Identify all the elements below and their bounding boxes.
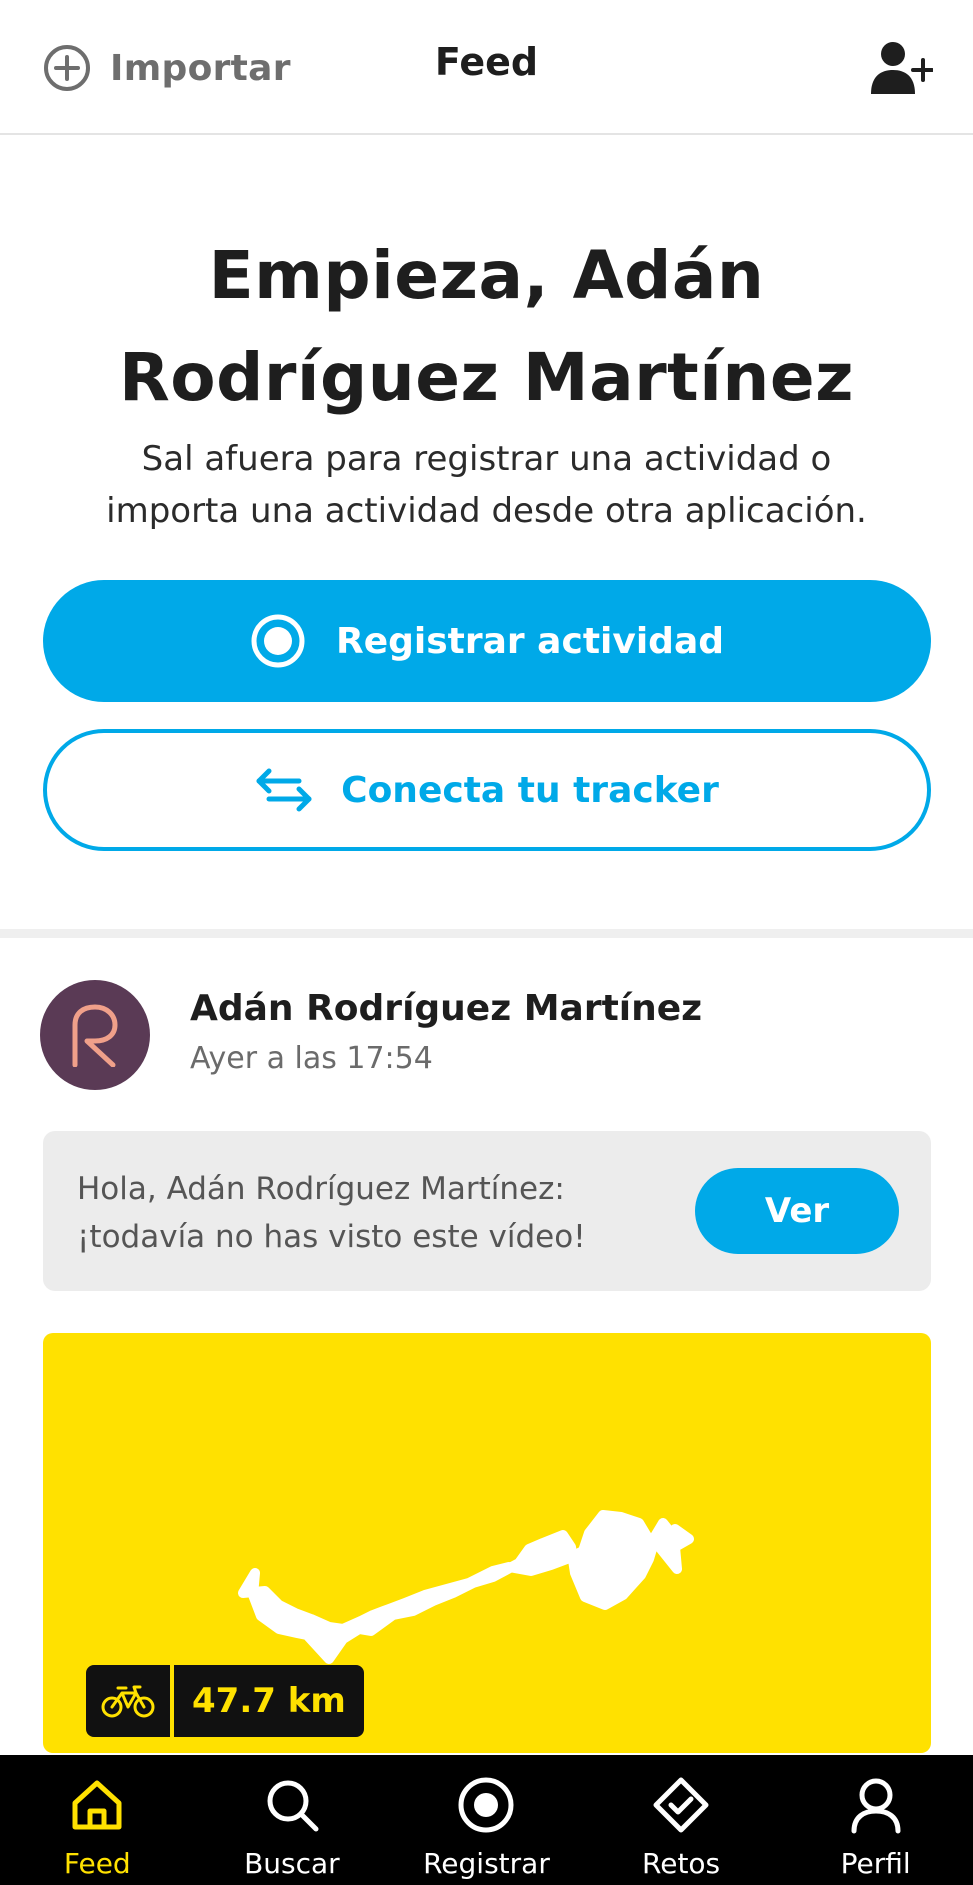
post-timestamp: Ayer a las 17:54: [190, 1041, 433, 1076]
record-activity-label: Registrar actividad: [335, 620, 725, 662]
welcome-subtitle-line2: importa una actividad desde otra aplicac…: [106, 491, 867, 531]
page-title: Feed: [434, 40, 539, 84]
video-notice-text: Hola, Adán Rodríguez Martínez: ¡todavía …: [77, 1165, 637, 1261]
record-icon: [458, 1777, 514, 1833]
activity-stats: 47.7 km: [86, 1665, 364, 1737]
search-icon: [267, 1780, 319, 1832]
welcome-title: Empieza, Adán Rodríguez Martínez: [40, 225, 933, 429]
nav-search-label: Buscar: [244, 1847, 340, 1880]
nav-feed[interactable]: Feed: [0, 1755, 195, 1885]
top-bar: Importar Feed: [0, 0, 973, 135]
nav-feed-label: Feed: [63, 1847, 131, 1880]
challenge-icon: [653, 1777, 709, 1833]
record-activity-button[interactable]: Registrar actividad: [43, 580, 931, 702]
video-notice-line2: ¡todavía no has visto este vídeo!: [77, 1219, 586, 1255]
nav-search[interactable]: Buscar: [195, 1755, 390, 1885]
section-divider: [0, 929, 973, 938]
bottom-nav: Feed Buscar Registrar Retos Perfil: [0, 1755, 973, 1885]
home-icon: [72, 1780, 122, 1830]
welcome-subtitle-line1: Sal afuera para registrar una actividad …: [141, 439, 832, 479]
connect-tracker-label: Conecta tu tracker: [341, 769, 719, 811]
watch-video-button[interactable]: Ver: [695, 1168, 899, 1254]
avatar[interactable]: [40, 980, 150, 1090]
nav-profile-label: Perfil: [840, 1847, 911, 1880]
relive-logo-icon: [72, 1004, 118, 1067]
welcome-title-line2: Rodríguez Martínez: [118, 339, 855, 416]
welcome-subtitle: Sal afuera para registrar una actividad …: [60, 433, 913, 537]
bike-icon: [101, 1685, 155, 1718]
activity-type-badge: [86, 1665, 170, 1737]
record-icon: [251, 614, 305, 668]
video-notice-line1: Hola, Adán Rodríguez Martínez:: [77, 1171, 565, 1207]
add-friend-icon[interactable]: [869, 40, 933, 96]
nav-record[interactable]: Registrar: [389, 1755, 584, 1885]
nav-profile[interactable]: Perfil: [778, 1755, 973, 1885]
sync-arrows-icon: [256, 768, 312, 812]
nav-challenges[interactable]: Retos: [584, 1755, 779, 1885]
nav-record-label: Registrar: [423, 1847, 550, 1880]
nav-challenges-label: Retos: [642, 1847, 721, 1880]
connect-tracker-button[interactable]: Conecta tu tracker: [43, 729, 931, 851]
welcome-title-line1: Empieza, Adán: [208, 237, 765, 314]
post-author-name[interactable]: Adán Rodríguez Martínez: [190, 988, 702, 1029]
activity-distance: 47.7 km: [174, 1665, 364, 1737]
activity-map-card[interactable]: 47.7 km: [43, 1333, 931, 1753]
video-notice-card: Hola, Adán Rodríguez Martínez: ¡todavía …: [43, 1131, 931, 1291]
profile-icon: [851, 1778, 901, 1834]
